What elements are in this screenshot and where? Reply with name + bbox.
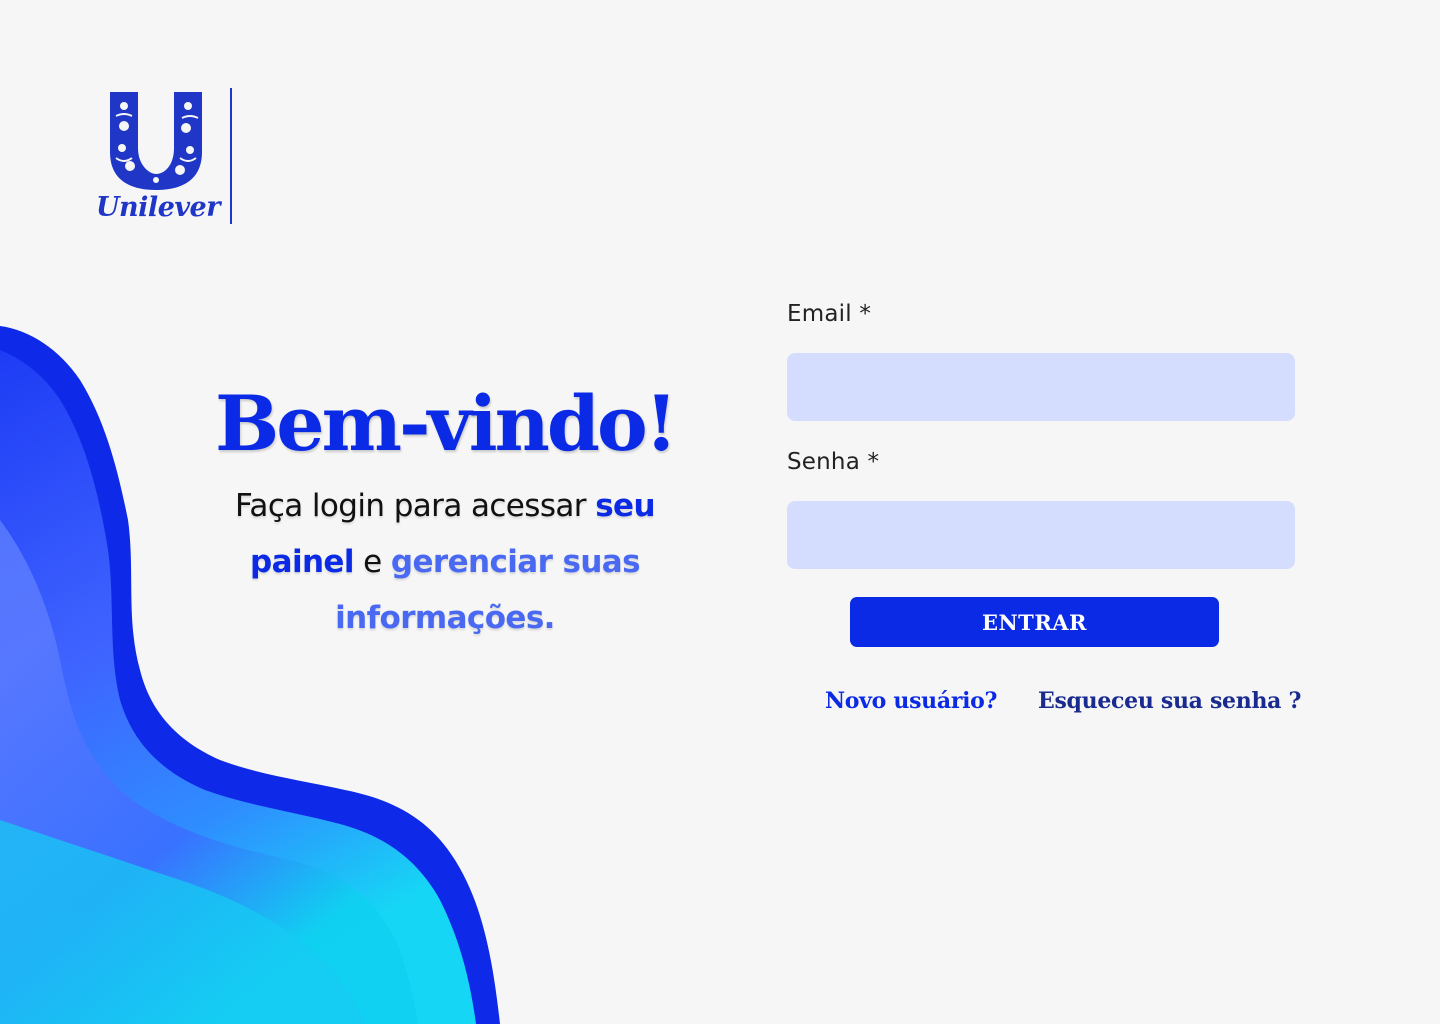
logo-divider [230, 88, 232, 224]
welcome-subtitle-part1: Faça login para acessar [235, 488, 596, 524]
welcome-section: Bem-vindo! Faça login para acessar seu p… [200, 378, 690, 646]
welcome-subtitle: Faça login para acessar seu painel e ger… [220, 478, 670, 646]
welcome-title: Bem-vindo! [214, 379, 678, 468]
brand-wordmark: Unilever [96, 192, 220, 223]
login-page: Unilever Bem-vindo! Faça login para aces… [0, 0, 1440, 1024]
esqueceu-senha-link[interactable]: Esqueceu sua senha ? [1038, 688, 1301, 714]
novo-usuario-link[interactable]: Novo usuário? [825, 688, 997, 714]
password-field[interactable] [787, 501, 1295, 569]
welcome-subtitle-part2: e [353, 544, 391, 580]
login-form: Email * Senha * [787, 296, 1295, 569]
email-field[interactable] [787, 353, 1295, 421]
senha-label: Senha * [787, 449, 880, 475]
entrar-button[interactable]: ENTRAR [850, 597, 1219, 647]
email-label: Email * [787, 301, 872, 327]
